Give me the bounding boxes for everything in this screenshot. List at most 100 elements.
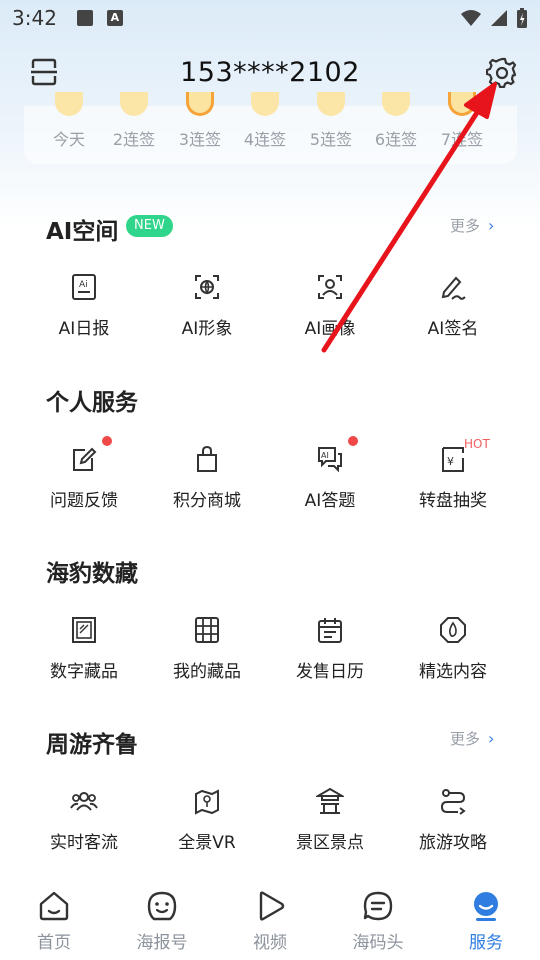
grid-item-release-calendar[interactable]: 发售日历 (270, 615, 390, 685)
checkin-day-label: 3连签 (178, 130, 222, 149)
map-vr-icon (195, 789, 219, 815)
grid-item-label: AI答题 (304, 491, 356, 511)
checkin-day-label: 6连签 (374, 130, 418, 149)
grid-item-label: 积分商城 (173, 491, 241, 511)
grid-item-label: AI签名 (427, 319, 479, 339)
signal-icon (491, 10, 507, 26)
checkin-day[interactable]: 2连签 (101, 92, 167, 164)
section-title-digital: 海豹数藏 (46, 561, 138, 587)
notification-icon (76, 10, 93, 26)
grid-item-travel-guide[interactable]: 旅游攻略 (393, 786, 513, 856)
checkin-day[interactable]: 今天 (36, 92, 102, 164)
coin-icon (382, 92, 410, 116)
grid-item-live-traffic[interactable]: 实时客流 (24, 786, 144, 856)
grid-item-label: 发售日历 (296, 662, 364, 682)
scan-icon[interactable] (28, 56, 60, 88)
grid-item-digital-collectible[interactable]: 数字藏品 (24, 615, 144, 685)
lottery-icon: ¥ (442, 447, 464, 472)
checkin-day-label: 4连签 (243, 130, 287, 149)
app-notification-icon: A (106, 10, 123, 26)
ai-avatar-icon (195, 275, 219, 299)
grid-item-label: AI画像 (304, 319, 356, 339)
tab-home[interactable]: 首页 (0, 876, 108, 960)
ai-quiz-icon: AI (318, 447, 342, 473)
coin-icon (448, 92, 476, 116)
grid-item-label: AI形象 (181, 319, 233, 339)
checkin-day-label: 7连签 (440, 130, 484, 149)
chat-icon (363, 891, 393, 921)
chevron-right-icon: › (488, 729, 495, 748)
feedback-edit-icon (73, 447, 97, 471)
pavilion-icon (316, 787, 344, 814)
tab-wharf[interactable]: 海码头 (324, 876, 432, 960)
hot-tag: HOT (464, 437, 490, 451)
checkin-day-label: 2连签 (112, 130, 156, 149)
svg-text:AI: AI (321, 451, 329, 460)
grid-item-label: 精选内容 (419, 662, 487, 682)
checkin-day[interactable]: 6连签 (363, 92, 429, 164)
calendar-icon (318, 618, 342, 643)
checkin-day[interactable]: 5连签 (298, 92, 364, 164)
signature-pen-icon (441, 276, 466, 300)
shopping-bag-icon (197, 445, 217, 472)
svg-text:Ai: Ai (79, 280, 88, 290)
service-icon (474, 892, 498, 921)
grid-item-ai-avatar[interactable]: AI形象 (147, 272, 267, 342)
bottom-tab-bar: 首页 海报号 视频 海码头 服务 (0, 876, 540, 960)
status-bar: 3:42 A (0, 0, 540, 36)
grid-item-my-collection[interactable]: 我的藏品 (147, 615, 267, 685)
grid-collection-icon (195, 617, 219, 643)
coin-icon (186, 92, 214, 116)
svg-text:¥: ¥ (447, 455, 454, 468)
coin-icon (120, 92, 148, 116)
status-time: 3:42 (12, 6, 57, 30)
smile-face-icon (147, 891, 177, 921)
tab-service[interactable]: 服务 (432, 876, 540, 960)
checkin-strip: 今天 2连签 3连签 4连签 5连签 6连签 7连签 (24, 92, 517, 164)
tab-label: 首页 (37, 933, 71, 953)
tab-label: 海报号 (136, 933, 188, 953)
grid-item-feedback[interactable]: 问题反馈 (24, 436, 144, 514)
new-badge: NEW (126, 215, 173, 237)
gear-icon[interactable] (486, 56, 518, 88)
grid-item-label: 我的藏品 (173, 662, 241, 682)
grid-item-scenic-spots[interactable]: 景区景点 (270, 786, 390, 856)
checkin-day[interactable]: 7连签 (429, 92, 495, 164)
tab-poster[interactable]: 海报号 (108, 876, 216, 960)
home-icon (39, 891, 69, 921)
wifi-icon (461, 10, 481, 26)
checkin-day[interactable]: 4连签 (232, 92, 298, 164)
featured-content-icon (440, 617, 466, 643)
coin-icon (55, 92, 83, 116)
battery-icon (517, 8, 527, 28)
route-icon (440, 789, 466, 815)
grid-item-label: 景区景点 (296, 833, 364, 853)
tab-video[interactable]: 视频 (216, 876, 324, 960)
grid-item-label: 转盘抽奖 (419, 491, 487, 511)
tab-label: 视频 (253, 933, 287, 953)
more-link-ai-space[interactable]: 更多 › (450, 215, 494, 236)
grid-item-ai-daily[interactable]: Ai AI日报 (24, 272, 144, 342)
more-link-label: 更多 (450, 730, 481, 748)
section-title-travel: 周游齐鲁 (46, 732, 138, 758)
grid-item-label: AI日报 (58, 319, 110, 339)
checkin-day-label: 今天 (52, 130, 85, 149)
ai-daily-icon: Ai (72, 274, 96, 300)
more-link-label: 更多 (450, 217, 481, 235)
tab-label: 海码头 (352, 933, 404, 953)
notification-dot (348, 436, 358, 446)
grid-item-points-mall[interactable]: 积分商城 (147, 444, 267, 514)
chevron-right-icon: › (488, 216, 495, 235)
grid-item-ai-quiz[interactable]: AI AI答题 (270, 436, 390, 514)
more-link-travel[interactable]: 更多 › (450, 728, 494, 749)
grid-item-ai-portrait[interactable]: AI画像 (270, 272, 390, 342)
grid-item-lucky-wheel[interactable]: ¥ HOT 转盘抽奖 (393, 437, 513, 514)
coin-icon (317, 92, 345, 116)
grid-item-label: 问题反馈 (50, 491, 118, 511)
grid-item-featured-content[interactable]: 精选内容 (393, 615, 513, 685)
checkin-day[interactable]: 3连签 (167, 92, 233, 164)
grid-item-panorama-vr[interactable]: 全景VR (147, 786, 267, 856)
grid-item-label: 旅游攻略 (419, 833, 487, 853)
grid-item-ai-signature[interactable]: AI签名 (393, 272, 513, 342)
page-title: 153****2102 (180, 56, 360, 88)
